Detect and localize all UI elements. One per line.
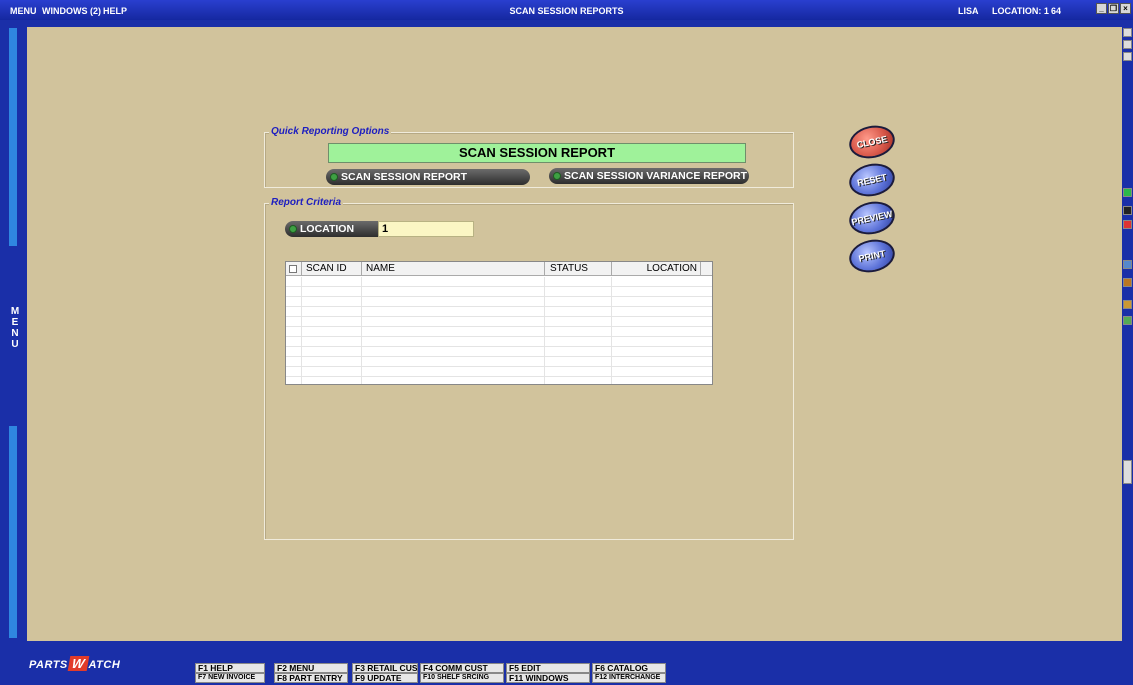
left-rail-bar-top xyxy=(9,28,17,246)
fkey-f10-shelf-srcing[interactable]: F10 SHELF SRCING xyxy=(420,673,504,683)
partswatch-logo: PARTS W ATCH xyxy=(29,656,120,671)
table-row xyxy=(286,307,712,317)
column-header-name[interactable]: NAME xyxy=(362,262,545,276)
rail-icon[interactable] xyxy=(1123,316,1132,325)
table-row xyxy=(286,297,712,307)
column-divider xyxy=(301,277,302,384)
fkey-f2-menu[interactable]: F2 MENU xyxy=(274,663,348,673)
status-dot-icon xyxy=(289,225,297,233)
fkey-f6-catalog[interactable]: F6 CATALOG xyxy=(592,663,666,673)
checkbox-icon xyxy=(289,265,297,273)
menu-windows[interactable]: WINDOWS (2) xyxy=(42,6,101,16)
column-divider xyxy=(361,277,362,384)
logo-text-left: PARTS xyxy=(29,659,68,671)
column-divider xyxy=(611,277,612,384)
menu-letter: N xyxy=(11,328,19,339)
table-row xyxy=(286,337,712,347)
fkey-f3-retail-cust[interactable]: F3 RETAIL CUST xyxy=(352,663,418,673)
location-lookup-button[interactable]: LOCATION xyxy=(285,221,379,237)
column-header-location[interactable]: LOCATION xyxy=(612,262,701,276)
rail-icon[interactable] xyxy=(1123,278,1132,287)
top-menubar: MENU WINDOWS (2) HELP SCAN SESSION REPOR… xyxy=(0,0,1133,20)
restore-icon[interactable]: ❐ xyxy=(1108,3,1119,14)
fkey-f1-help[interactable]: F1 HELP xyxy=(195,663,265,673)
rail-icon[interactable] xyxy=(1123,40,1132,49)
column-header-status[interactable]: STATUS xyxy=(545,262,612,276)
right-rail xyxy=(1122,20,1133,650)
scan-session-variance-report-label: SCAN SESSION VARIANCE REPORT xyxy=(564,170,747,182)
scan-session-report-label: SCAN SESSION REPORT xyxy=(341,171,468,183)
fkey-f8-part-entry[interactable]: F8 PART ENTRY xyxy=(274,673,348,683)
rail-icon[interactable] xyxy=(1123,206,1132,215)
menu-letter: U xyxy=(11,339,19,350)
table-header: SCAN ID NAME STATUS LOCATION xyxy=(286,262,712,276)
fkey-f7-new-invoice[interactable]: F7 NEW INVOICE xyxy=(195,673,265,683)
fkey-f11-windows[interactable]: F11 WINDOWS xyxy=(506,673,590,683)
menu-help[interactable]: HELP xyxy=(103,6,127,16)
menu-letter: E xyxy=(11,317,19,328)
quick-reporting-legend: Quick Reporting Options xyxy=(269,126,392,137)
scan-session-report-button[interactable]: SCAN SESSION REPORT xyxy=(326,169,530,185)
rail-icon[interactable] xyxy=(1123,300,1132,309)
selected-report-banner: SCAN SESSION REPORT xyxy=(328,143,746,163)
side-menu-tab[interactable]: M E N U xyxy=(10,306,20,350)
location-label: LOCATION xyxy=(300,223,355,235)
rail-icon[interactable] xyxy=(1123,460,1132,484)
function-key-bar: F1 HELP F2 MENU F3 RETAIL CUST F4 COMM C… xyxy=(195,663,668,683)
close-window-icon[interactable]: × xyxy=(1120,3,1131,14)
left-rail-bar-bottom xyxy=(9,426,17,638)
scan-session-variance-report-button[interactable]: SCAN SESSION VARIANCE REPORT xyxy=(549,168,749,184)
status-green-icon[interactable] xyxy=(1123,188,1132,197)
location-input[interactable]: 1 xyxy=(378,221,474,237)
terminal-number: 64 xyxy=(1051,6,1062,16)
fkey-f9-update[interactable]: F9 UPDATE xyxy=(352,673,418,683)
scan-sessions-table[interactable]: SCAN ID NAME STATUS LOCATION xyxy=(285,261,713,385)
fkey-f12-interchange[interactable]: F12 INTERCHANGE xyxy=(592,673,666,683)
location-status: LOCATION: 1 xyxy=(992,6,1049,16)
table-row xyxy=(286,317,712,327)
column-divider xyxy=(544,277,545,384)
rail-icon[interactable] xyxy=(1123,28,1132,37)
rail-icon[interactable] xyxy=(1123,220,1132,229)
application-window: MENU WINDOWS (2) HELP SCAN SESSION REPOR… xyxy=(0,0,1133,685)
report-criteria-legend: Report Criteria xyxy=(269,197,344,208)
select-all-checkbox[interactable] xyxy=(286,262,302,276)
table-row xyxy=(286,357,712,367)
logo-text-right: ATCH xyxy=(88,659,121,671)
rail-icon[interactable] xyxy=(1123,52,1132,61)
table-row xyxy=(286,327,712,337)
table-row xyxy=(286,287,712,297)
fkey-f4-comm-cust[interactable]: F4 COMM CUST xyxy=(420,663,504,673)
window-controls: _ ❐ × xyxy=(1096,3,1131,14)
fkey-f5-edit[interactable]: F5 EDIT xyxy=(506,663,590,673)
table-body xyxy=(286,277,712,384)
logo-w-mark: W xyxy=(67,656,89,671)
table-row xyxy=(286,367,712,377)
status-dot-icon xyxy=(553,172,561,180)
rail-icon[interactable] xyxy=(1123,260,1132,269)
minimize-icon[interactable]: _ xyxy=(1096,3,1107,14)
column-header-scan-id[interactable]: SCAN ID xyxy=(302,262,362,276)
user-name: LISA xyxy=(958,6,979,16)
menu-menu[interactable]: MENU xyxy=(10,6,37,16)
menu-letter: M xyxy=(10,306,20,317)
table-row xyxy=(286,277,712,287)
table-row xyxy=(286,347,712,357)
status-dot-icon xyxy=(330,173,338,181)
